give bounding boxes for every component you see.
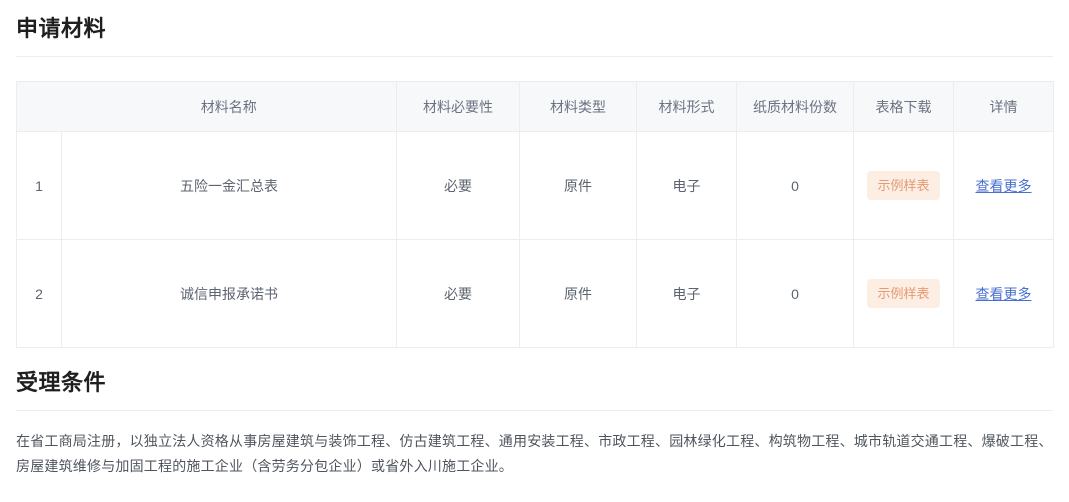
material-necessity: 必要	[396, 131, 520, 240]
material-paper-count: 0	[736, 239, 854, 348]
material-form: 电子	[636, 131, 737, 240]
download-cell: 示例样表	[853, 131, 954, 240]
row-index: 1	[16, 131, 62, 240]
column-header-form: 材料形式	[636, 81, 737, 132]
view-more-link[interactable]: 查看更多	[976, 286, 1032, 302]
column-header-download: 表格下载	[853, 81, 954, 132]
page-title: 申请材料	[16, 16, 107, 41]
material-type: 原件	[519, 239, 637, 348]
material-form: 电子	[636, 239, 737, 348]
material-paper-count: 0	[736, 131, 854, 240]
detail-cell: 查看更多	[954, 240, 1054, 348]
sample-form-badge[interactable]: 示例样表	[867, 279, 940, 308]
view-more-link[interactable]: 查看更多	[976, 178, 1032, 194]
column-header-name: 材料名称	[61, 81, 397, 132]
material-necessity: 必要	[396, 239, 520, 348]
table-row: 1 五险一金汇总表 必要 原件 电子 0 示例样表 查看更多	[16, 131, 1054, 240]
conditions-title: 受理条件	[16, 370, 107, 395]
page-root: 申请材料 材料名称 材料必要性 材料类型 材料形式 纸质材料份数 表格下载 详情…	[0, 0, 1069, 502]
detail-cell: 查看更多	[953, 131, 1054, 240]
conditions-section: 受理条件	[0, 354, 1069, 411]
material-name: 诚信申报承诺书	[61, 239, 397, 348]
materials-table-container: 材料名称 材料必要性 材料类型 材料形式 纸质材料份数 表格下载 详情 1 五险…	[0, 57, 1069, 348]
table-header: 材料名称 材料必要性 材料类型 材料形式 纸质材料份数 表格下载 详情	[16, 81, 1054, 132]
table-header-row: 材料名称 材料必要性 材料类型 材料形式 纸质材料份数 表格下载 详情	[16, 81, 1054, 132]
row-index: 2	[16, 239, 62, 348]
materials-table: 材料名称 材料必要性 材料类型 材料形式 纸质材料份数 表格下载 详情 1 五险…	[16, 81, 1054, 348]
table-body: 1 五险一金汇总表 必要 原件 电子 0 示例样表 查看更多 2 诚信申报承诺书	[16, 131, 1054, 348]
column-header-paper-count: 纸质材料份数	[736, 81, 854, 132]
table-row: 2 诚信申报承诺书 必要 原件 电子 0 示例样表 查看更多	[16, 239, 1054, 348]
conditions-paragraph: 在省工商局注册，以独立法人资格从事房屋建筑与装饰工程、仿古建筑工程、通用安装工程…	[16, 433, 1053, 474]
column-header-type: 材料类型	[519, 81, 637, 132]
column-header-index	[16, 81, 62, 132]
materials-section: 申请材料	[0, 0, 1069, 57]
column-header-detail: 详情	[953, 81, 1054, 132]
column-header-necessity: 材料必要性	[396, 81, 520, 132]
material-type: 原件	[519, 131, 637, 240]
download-cell: 示例样表	[853, 239, 954, 348]
material-name: 五险一金汇总表	[61, 131, 397, 240]
sample-form-badge[interactable]: 示例样表	[867, 171, 940, 200]
